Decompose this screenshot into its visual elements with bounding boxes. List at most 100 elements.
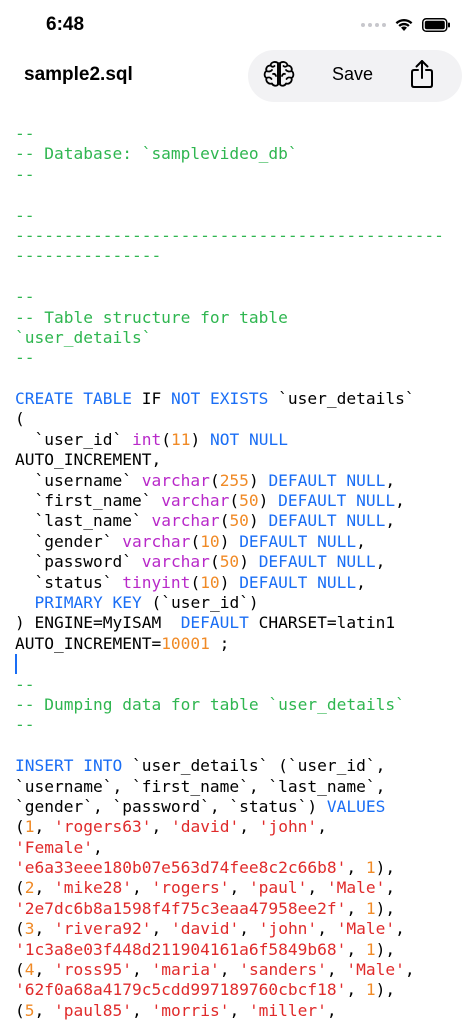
code-line[interactable]: (4, 'ross95', 'maria', 'sanders', 'Male'… xyxy=(15,960,465,980)
code-number: 1 xyxy=(365,898,376,918)
code-line[interactable]: `gender`, `password`, `status`) VALUES xyxy=(15,797,465,817)
code-line[interactable]: -- Table structure for table xyxy=(15,308,465,328)
code-text: , xyxy=(307,878,327,898)
code-line[interactable]: ( xyxy=(15,409,465,429)
code-text: , xyxy=(219,960,240,980)
share-button[interactable] xyxy=(407,59,437,92)
code-line[interactable]: -- Database: `samplevideo_db` xyxy=(15,144,465,164)
code-editor[interactable]: ---- Database: `samplevideo_db`--​------… xyxy=(15,124,465,1024)
code-string: 'Female' xyxy=(15,837,93,857)
code-text: , xyxy=(229,1000,249,1020)
code-line[interactable]: -- xyxy=(15,348,465,368)
code-line[interactable]: PRIMARY KEY (`user_id`) xyxy=(15,593,465,613)
code-text: ), xyxy=(375,898,396,918)
save-button[interactable]: Save xyxy=(332,64,373,85)
code-text: , xyxy=(151,817,171,837)
code-line[interactable]: `status` tinyint(10) DEFAULT NULL, xyxy=(15,573,465,593)
battery-icon xyxy=(422,17,451,32)
code-string: 'Male' xyxy=(346,960,405,980)
code-text: , xyxy=(229,878,249,898)
code-line[interactable]: (2, 'mike28', 'rogers', 'paul', 'Male', xyxy=(15,878,465,898)
code-text: ( xyxy=(229,491,240,511)
code-text: , xyxy=(346,898,366,918)
code-type: varchar xyxy=(151,511,220,531)
code-text: ( xyxy=(190,531,201,551)
ai-assist-button[interactable] xyxy=(261,59,297,93)
code-keyword: NULL xyxy=(336,552,376,572)
code-line[interactable]: `user_id` int(11) NOT NULL xyxy=(15,430,465,450)
code-comment: -- Database: `samplevideo_db` xyxy=(15,144,298,164)
code-number: 3 xyxy=(24,919,35,939)
code-text: `username` xyxy=(15,470,142,490)
code-number: 5 xyxy=(24,1000,35,1020)
code-line[interactable]: `username`, `first_name`, `last_name`, xyxy=(15,777,465,797)
code-line[interactable]: (5, 'paul85', 'morris', 'miller', xyxy=(15,1001,465,1021)
code-line[interactable]: (3, 'rivera92', 'david', 'john', 'Male', xyxy=(15,919,465,939)
code-line[interactable]: CREATE TABLE IF NOT EXISTS `user_details… xyxy=(15,389,465,409)
code-line[interactable]: --------------- xyxy=(15,246,465,266)
code-number: 50 xyxy=(239,491,259,511)
code-string: 'maria' xyxy=(151,960,220,980)
code-type: int xyxy=(131,429,162,449)
code-line[interactable]: ​ xyxy=(15,185,465,205)
code-line[interactable]: `first_name` varchar(50) DEFAULT NULL, xyxy=(15,491,465,511)
code-keyword: NOT xyxy=(209,429,240,449)
code-line[interactable]: -- xyxy=(15,715,465,735)
code-comment: -- Table structure for table xyxy=(15,307,288,327)
code-number: 50 xyxy=(229,511,249,531)
code-keyword: DEFAULT xyxy=(180,613,249,633)
code-line[interactable]: '1c3a8e03f448d211904161a6f5849b68', 1), xyxy=(15,940,465,960)
code-line[interactable]: -- Dumping data for table `user_details` xyxy=(15,695,465,715)
code-line[interactable]: 'e6a33eee180b07e563d74fee8c2c66b8', 1), xyxy=(15,858,465,878)
code-string: 'ross95' xyxy=(54,960,132,980)
code-string: 'miller' xyxy=(248,1000,327,1020)
code-text: ( xyxy=(15,817,25,837)
code-number: 50 xyxy=(219,552,240,572)
code-line[interactable]: 'Female', xyxy=(15,838,465,858)
code-comment: `user_details` xyxy=(15,327,152,347)
code-line[interactable]: `password` varchar(50) DEFAULT NULL, xyxy=(15,552,465,572)
code-text: , xyxy=(131,878,152,898)
code-line[interactable]: AUTO_INCREMENT=10001 ; xyxy=(15,634,465,654)
code-line[interactable]: (1, 'rogers63', 'david', 'john', xyxy=(15,817,465,837)
code-line[interactable]: ​ xyxy=(15,369,465,389)
code-string: '1c3a8e03f448d211904161a6f5849b68' xyxy=(15,939,347,959)
code-line[interactable]: `gender` varchar(10) DEFAULT NULL, xyxy=(15,532,465,552)
code-keyword: TABLE xyxy=(83,389,132,409)
code-line[interactable]: ) ENGINE=MyISAM DEFAULT CHARSET=latin1 xyxy=(15,613,465,633)
code-text: , xyxy=(356,572,366,592)
code-text: ) xyxy=(219,531,240,551)
code-comment: -- xyxy=(15,205,35,225)
code-line[interactable]: -- xyxy=(15,124,465,144)
code-line[interactable]: -- xyxy=(15,206,465,226)
code-number: 1 xyxy=(365,939,376,959)
code-number: 4 xyxy=(24,960,35,980)
code-string: 'e6a33eee180b07e563d74fee8c2c66b8' xyxy=(15,858,347,878)
code-line[interactable]: ----------------------------------------… xyxy=(15,226,465,246)
code-line[interactable]: -- xyxy=(15,165,465,185)
code-text: , xyxy=(151,919,171,939)
code-type: varchar xyxy=(141,552,210,572)
code-line[interactable]: `last_name` varchar(50) DEFAULT NULL, xyxy=(15,511,465,531)
code-line[interactable]: '62f0a68a4179c5cdd997189760cbcf18', 1), xyxy=(15,980,465,1000)
code-text: ( xyxy=(15,878,25,898)
code-line[interactable]: ​ xyxy=(15,736,465,756)
code-line[interactable]: -- xyxy=(15,287,465,307)
code-line[interactable]: INSERT INTO `user_details` (`user_id`, xyxy=(15,756,465,776)
code-line[interactable] xyxy=(15,654,465,675)
code-text: , xyxy=(239,817,259,837)
code-line[interactable]: ​ xyxy=(15,267,465,287)
code-line[interactable]: AUTO_INCREMENT, xyxy=(15,450,465,470)
code-text: ) xyxy=(190,429,210,449)
code-line[interactable]: -- xyxy=(15,675,465,695)
code-line[interactable]: '2e7dc6b8a1598f4f75c3eaa47958ee2f', 1), xyxy=(15,899,465,919)
code-comment: -- Dumping data for table `user_details` xyxy=(15,694,405,714)
code-line[interactable]: `username` varchar(255) DEFAULT NULL, xyxy=(15,471,465,491)
wifi-icon xyxy=(394,17,414,32)
code-line[interactable]: `user_details` xyxy=(15,328,465,348)
code-text: ) xyxy=(248,470,269,490)
